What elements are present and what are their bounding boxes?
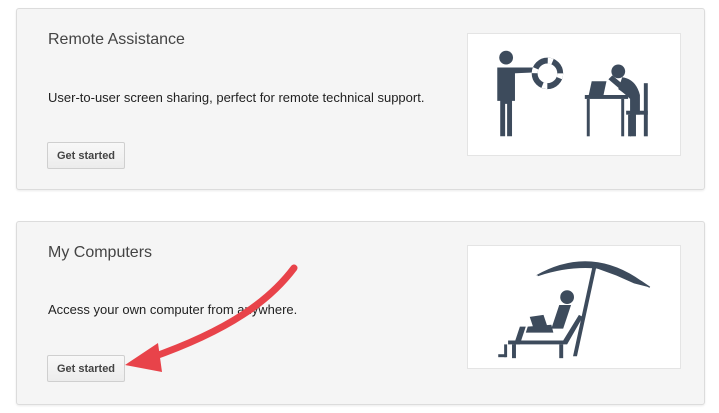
my-computers-illustration (467, 245, 681, 369)
remote-assistance-title: Remote Assistance (48, 31, 185, 48)
lifebuoy-help-icon (497, 50, 648, 137)
remote-assistance-get-started-button[interactable]: Get started (47, 142, 125, 169)
beach-umbrella-laptop-icon (498, 261, 651, 359)
my-computers-description: Access your own computer from anywhere. (48, 302, 298, 317)
remote-assistance-illustration (467, 33, 681, 156)
remote-assistance-description: User-to-user screen sharing, perfect for… (48, 90, 425, 105)
my-computers-title: My Computers (48, 244, 153, 261)
remote-assistance-card: Remote Assistance User-to-user screen sh… (16, 8, 705, 190)
my-computers-get-started-button[interactable]: Get started (47, 355, 125, 382)
chrome-remote-desktop-page: Remote Assistance User-to-user screen sh… (0, 0, 719, 413)
my-computers-card: My Computers Access your own computer fr… (16, 221, 705, 405)
